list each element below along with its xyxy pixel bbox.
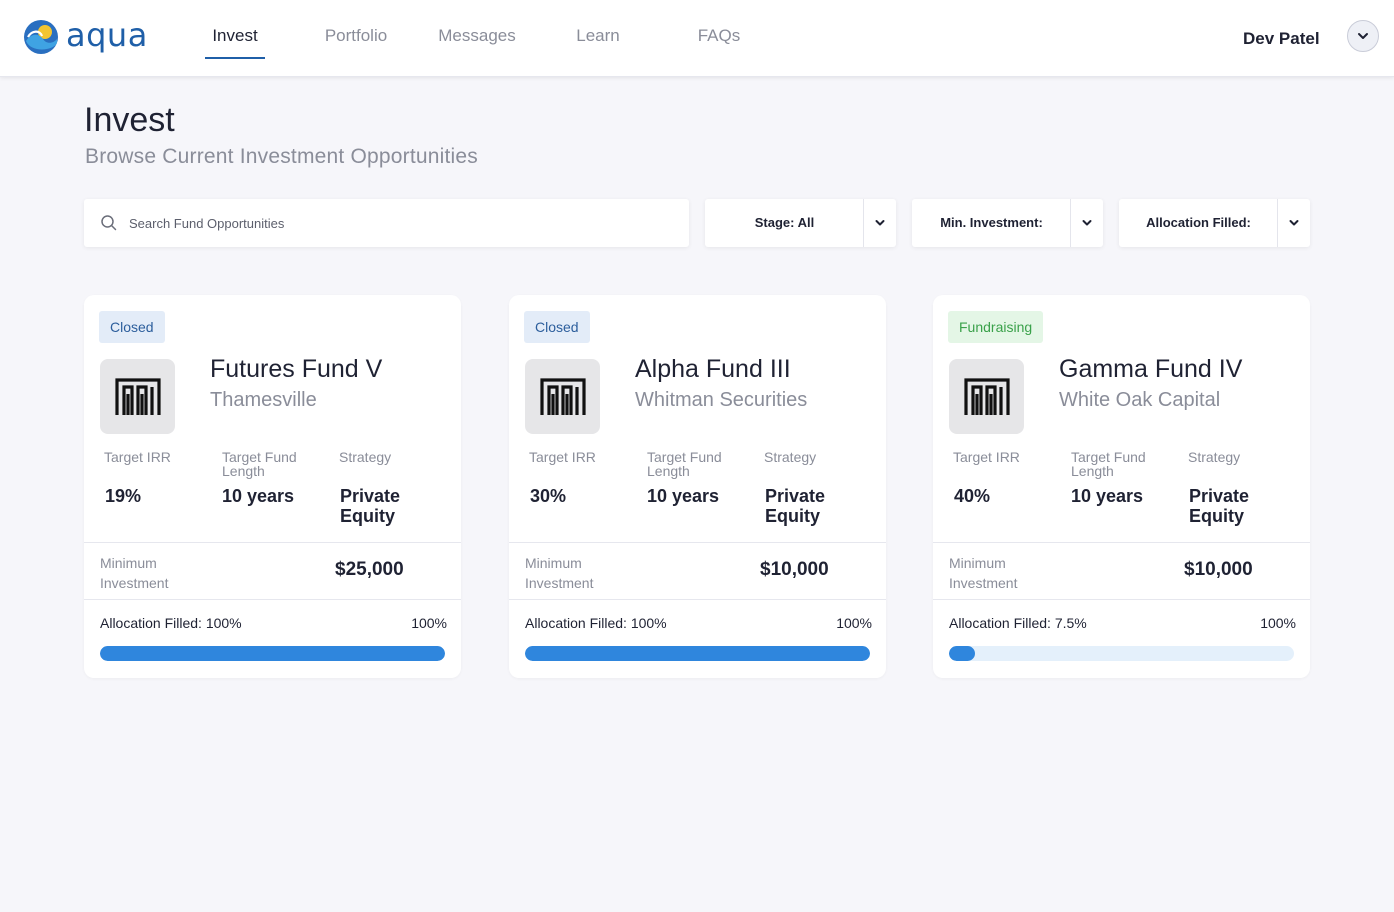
stage-filter-label: Stage: All — [754, 215, 815, 230]
allocation-filled-value: 7.5% — [1054, 615, 1087, 631]
status-badge: Fundraising — [948, 311, 1044, 343]
min-investment-filter-label: Min. Investment: — [940, 215, 1043, 230]
fund-card[interactable]: Closed Futures Fund V Thamesville Target… — [84, 295, 461, 678]
search-icon — [101, 215, 117, 231]
user-name[interactable]: Dev Patel — [1243, 29, 1320, 49]
allocation-filled-prefix: Allocation Filled: — [525, 615, 631, 631]
fund-building-logo-icon — [963, 377, 1010, 415]
tab-learn[interactable]: Learn — [575, 26, 621, 60]
card-divider — [933, 542, 1310, 543]
chevron-down-icon[interactable] — [1288, 217, 1300, 229]
filter-divider — [863, 199, 864, 247]
target-irr-value: 30% — [530, 486, 567, 506]
tab-invest[interactable]: Invest — [205, 26, 265, 60]
allocation-progress-fill — [525, 646, 870, 661]
minimum-investment-value: $10,000 — [1184, 559, 1253, 580]
strategy-label: Strategy — [1188, 449, 1241, 465]
aqua-logo-icon — [24, 20, 58, 54]
target-irr-value: 19% — [105, 486, 142, 506]
strategy-value: Private Equity — [1189, 486, 1250, 526]
min-investment-filter-dropdown[interactable]: Min. Investment: — [912, 199, 1103, 247]
user-menu-button[interactable] — [1347, 20, 1379, 52]
card-divider — [509, 542, 886, 543]
stage-filter-dropdown[interactable]: Stage: All — [705, 199, 896, 247]
fund-firm: White Oak Capital — [1059, 389, 1221, 411]
search-box[interactable] — [84, 199, 689, 247]
strategy-value: Private Equity — [340, 486, 401, 526]
card-divider — [84, 599, 461, 600]
target-irr-label: Target IRR — [104, 449, 171, 465]
target-fund-length-label: Target Fund Length — [222, 449, 297, 479]
card-divider — [933, 599, 1310, 600]
page-title: Invest — [84, 101, 175, 139]
target-irr-value: 40% — [954, 486, 991, 506]
minimum-investment-label: Minimum Investment — [949, 555, 1018, 591]
filter-divider — [1277, 199, 1278, 247]
allocation-filled-prefix: Allocation Filled: — [100, 615, 206, 631]
allocation-filled-value: 100% — [205, 615, 242, 631]
strategy-value: Private Equity — [765, 486, 826, 526]
status-badge: Closed — [99, 311, 165, 343]
tab-faqs[interactable]: FAQs — [697, 26, 741, 60]
target-irr-label: Target IRR — [529, 449, 596, 465]
fund-card[interactable]: Fundraising Gamma Fund IV White Oak Capi… — [933, 295, 1310, 678]
chevron-down-icon[interactable] — [1081, 217, 1093, 229]
chevron-down-icon[interactable] — [874, 217, 886, 229]
fund-firm: Whitman Securities — [635, 389, 808, 411]
minimum-investment-value: $10,000 — [760, 559, 829, 580]
chevron-down-icon — [1358, 33, 1368, 39]
allocation-filled-label: Allocation Filled: 7.5% — [949, 615, 1087, 631]
allocation-filled-value: 100% — [630, 615, 667, 631]
status-badge: Closed — [524, 311, 590, 343]
strategy-label: Strategy — [339, 449, 392, 465]
fund-name[interactable]: Gamma Fund IV — [1059, 355, 1242, 384]
target-irr-label: Target IRR — [953, 449, 1020, 465]
app-name: aqua — [66, 16, 148, 54]
top-navigation-bar: aqua Invest Portfolio Messages Learn FAQ… — [0, 0, 1394, 77]
allocation-max-label: 100% — [411, 615, 447, 631]
allocation-progress-bar — [100, 646, 445, 661]
allocation-progress-bar — [525, 646, 870, 661]
allocation-filled-label: Allocation Filled: 100% — [100, 615, 242, 631]
card-divider — [509, 599, 886, 600]
fund-name[interactable]: Alpha Fund III — [635, 355, 791, 384]
target-fund-length-value: 10 years — [222, 486, 295, 506]
minimum-investment-label: Minimum Investment — [100, 555, 169, 591]
target-fund-length-value: 10 years — [647, 486, 720, 506]
fund-firm: Thamesville — [210, 389, 317, 411]
fund-building-logo-icon — [539, 377, 586, 415]
fund-name[interactable]: Futures Fund V — [210, 355, 382, 384]
allocation-progress-fill — [949, 646, 975, 661]
allocation-filled-prefix: Allocation Filled: — [949, 615, 1055, 631]
allocation-max-label: 100% — [1260, 615, 1296, 631]
filter-divider — [1070, 199, 1071, 247]
allocation-progress-bar — [949, 646, 1294, 661]
target-fund-length-label: Target Fund Length — [1071, 449, 1146, 479]
fund-logo — [525, 359, 600, 434]
target-fund-length-value: 10 years — [1071, 486, 1144, 506]
allocation-filled-filter-dropdown[interactable]: Allocation Filled: — [1119, 199, 1310, 247]
allocation-max-label: 100% — [836, 615, 872, 631]
card-divider — [84, 542, 461, 543]
fund-card[interactable]: Closed Alpha Fund III Whitman Securities… — [509, 295, 886, 678]
fund-building-logo-icon — [114, 377, 161, 415]
fund-logo — [100, 359, 175, 434]
app-logo[interactable]: aqua — [23, 16, 148, 55]
tab-portfolio[interactable]: Portfolio — [321, 26, 391, 60]
target-fund-length-label: Target Fund Length — [647, 449, 722, 479]
minimum-investment-value: $25,000 — [335, 559, 404, 580]
allocation-filled-label: Allocation Filled: 100% — [525, 615, 667, 631]
fund-logo — [949, 359, 1024, 434]
search-input[interactable] — [129, 215, 669, 231]
allocation-progress-fill — [100, 646, 445, 661]
tab-messages[interactable]: Messages — [437, 26, 517, 60]
page-subtitle: Browse Current Investment Opportunities — [85, 145, 478, 168]
minimum-investment-label: Minimum Investment — [525, 555, 594, 591]
allocation-filled-filter-label: Allocation Filled: — [1146, 215, 1251, 230]
strategy-label: Strategy — [764, 449, 817, 465]
